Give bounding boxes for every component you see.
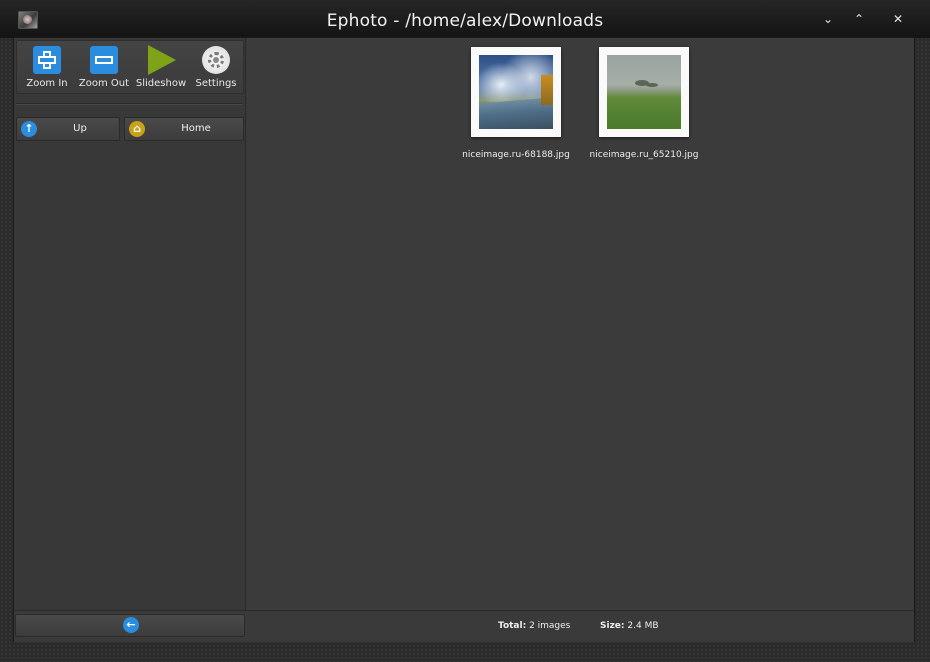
total-stat: Total: 2 images: [498, 621, 570, 631]
minimize-button[interactable]: ⌄: [817, 8, 839, 30]
home-button[interactable]: ⌂ Home: [124, 117, 244, 141]
total-value: 2 images: [529, 621, 571, 631]
close-button[interactable]: ✕: [887, 8, 909, 30]
thumbnail-filename: niceimage.ru_65210.jpg: [589, 150, 699, 160]
zoom-in-icon: [33, 46, 61, 74]
settings-label: Settings: [195, 78, 237, 89]
arrow-up-icon: ↑: [21, 121, 37, 137]
thumbnail-frame: [471, 47, 561, 137]
window-title: Ephoto - /home/alex/Downloads: [326, 11, 604, 31]
thumbnail-image: [607, 55, 681, 129]
status-bar: ← Total: 2 images Size: 2.4 MB: [14, 610, 914, 642]
zoom-in-label: Zoom In: [26, 78, 68, 89]
play-icon: [148, 45, 176, 75]
zoom-out-button[interactable]: Zoom Out: [76, 43, 132, 91]
thumbnail-image: [479, 55, 553, 129]
back-button[interactable]: ←: [15, 614, 245, 637]
thumbnail-frame: [599, 47, 689, 137]
zoom-out-label: Zoom Out: [78, 78, 130, 89]
arrow-left-icon: ←: [123, 617, 139, 633]
slideshow-button[interactable]: Slideshow: [133, 43, 189, 91]
toolbar: Zoom In Zoom Out Slideshow Settings: [16, 40, 244, 94]
app-window: Zoom In Zoom Out Slideshow Settings ↑ Up…: [14, 38, 914, 642]
size-value: 2.4 MB: [627, 621, 659, 631]
size-stat: Size: 2.4 MB: [600, 621, 659, 631]
settings-button[interactable]: Settings: [188, 43, 244, 91]
title-bar[interactable]: Ephoto - /home/alex/Downloads ⌄ ⌃ ✕: [0, 0, 930, 38]
maximize-button[interactable]: ⌃: [848, 8, 870, 30]
gear-icon: [202, 46, 230, 74]
size-label: Size:: [600, 621, 625, 631]
up-button[interactable]: ↑ Up: [16, 117, 120, 141]
zoom-in-button[interactable]: Zoom In: [19, 43, 75, 91]
up-label: Up: [73, 123, 87, 134]
home-icon: ⌂: [129, 121, 145, 137]
toolbar-divider: [16, 103, 242, 104]
home-label: Home: [181, 123, 211, 134]
total-label: Total:: [498, 621, 527, 631]
thumbnail-grid[interactable]: niceimage.ru-68188.jpg niceimage.ru_6521…: [247, 38, 914, 610]
sidebar: Zoom In Zoom Out Slideshow Settings ↑ Up…: [14, 38, 246, 610]
zoom-out-icon: [90, 46, 118, 74]
